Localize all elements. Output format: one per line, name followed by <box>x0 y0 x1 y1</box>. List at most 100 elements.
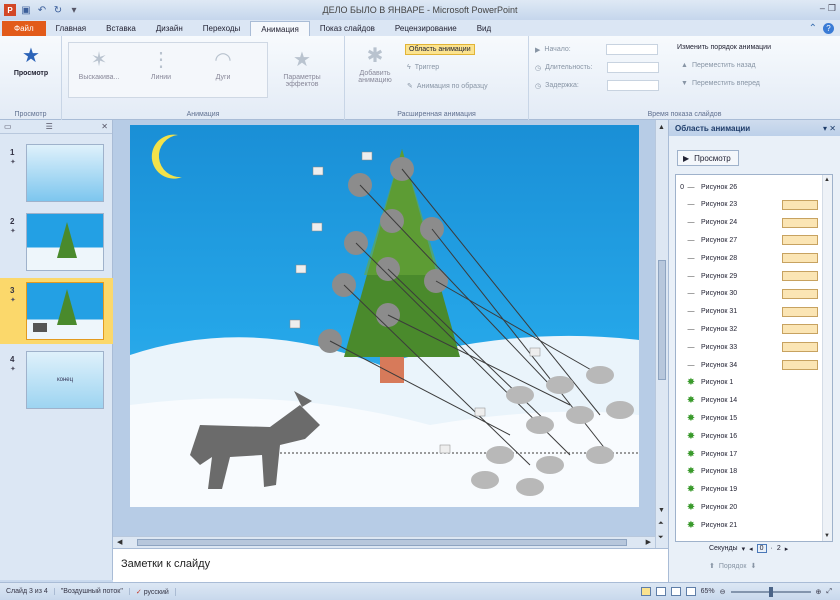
anim-timing-bar[interactable] <box>782 342 818 353</box>
reading-view-icon[interactable] <box>670 587 681 596</box>
add-animation-button[interactable]: ✱ Добавить анимацию <box>349 42 401 85</box>
notes-placeholder[interactable]: Заметки к слайду <box>121 558 210 570</box>
chevron-down-icon[interactable]: ▾ <box>742 545 746 553</box>
slide-thumbnail-3[interactable] <box>26 282 104 340</box>
notes-pane[interactable]: Заметки к слайду <box>113 548 668 582</box>
scroll-left-icon[interactable]: ◀ <box>117 538 122 546</box>
prev-slide-icon[interactable]: ⏶ <box>658 520 664 528</box>
scroll-down-icon[interactable]: ▼ <box>824 533 830 539</box>
tab-view[interactable]: Вид <box>467 21 501 36</box>
anim-arcs-button[interactable]: ◠ Дуги <box>198 46 248 82</box>
animation-list-item[interactable]: — Рисунок 28 <box>676 250 822 266</box>
scroll-right-icon[interactable]: ▶ <box>646 538 651 546</box>
next-slide-icon[interactable]: ⏷ <box>658 534 664 542</box>
start-icon: ▶ <box>535 46 541 54</box>
delay-input[interactable] <box>607 80 660 91</box>
restore-icon[interactable]: ❐ <box>828 3 836 14</box>
move-back-button[interactable]: ▲ Переместить назад <box>681 62 756 69</box>
anim-pop-button[interactable]: ✶ Выскакива... <box>74 46 124 82</box>
tab-insert[interactable]: Вставка <box>96 21 146 36</box>
slide-sorter-icon[interactable] <box>655 587 666 596</box>
close-pane-icon[interactable]: ✕ <box>101 122 108 131</box>
minimize-icon[interactable]: – <box>820 3 825 14</box>
zoom-level[interactable]: 65% <box>701 588 715 595</box>
animation-list-item[interactable]: — Рисунок 29 <box>676 268 822 284</box>
animation-list-item[interactable]: ✸ Рисунок 1 <box>676 375 822 391</box>
slide-thumbnail-1[interactable] <box>26 144 104 202</box>
help-icon[interactable]: ? <box>823 23 834 34</box>
tab-design[interactable]: Дизайн <box>146 21 193 36</box>
order-up-icon[interactable]: ⬆ <box>709 562 715 570</box>
slide-vertical-scrollbar[interactable]: ▲ ▼ ⏶ ⏷ <box>655 120 668 548</box>
timeline-right-icon[interactable]: ▸ <box>785 545 789 553</box>
slide-thumbnail-2[interactable] <box>26 213 104 271</box>
animation-list-item[interactable]: ✸ Рисунок 16 <box>676 428 822 444</box>
ribbon-collapse-icon[interactable]: ⌃ <box>809 23 817 34</box>
duration-input[interactable] <box>607 62 660 73</box>
animation-list-item[interactable]: 0— Рисунок 26 <box>676 179 822 195</box>
animation-list-item[interactable]: — Рисунок 34 <box>676 357 822 373</box>
preview-button[interactable]: ★ Просмотр <box>4 42 58 78</box>
language-indicator[interactable]: ✓ русский <box>130 587 176 596</box>
scroll-up-icon[interactable]: ▲ <box>658 124 666 132</box>
animation-list-item[interactable]: ✸ Рисунок 19 <box>676 482 822 498</box>
slide-thumbnail-4[interactable]: конец <box>26 351 104 409</box>
effect-params-button[interactable]: ★ Параметры эффектов <box>276 46 328 89</box>
anim-preview-button[interactable]: ▶ Просмотр <box>677 150 739 166</box>
anim-timing-bar[interactable] <box>782 199 818 210</box>
slide-canvas[interactable] <box>130 125 639 507</box>
tab-home[interactable]: Главная <box>46 21 96 36</box>
tab-animation[interactable]: Анимация <box>250 21 310 36</box>
scroll-thumb[interactable] <box>658 260 666 380</box>
scroll-down-icon[interactable]: ▼ <box>658 507 665 514</box>
anim-timing-bar[interactable] <box>782 235 818 246</box>
tab-transitions[interactable]: Переходы <box>193 21 251 36</box>
slide-horizontal-scrollbar[interactable]: ◀ ▶ <box>113 536 655 548</box>
slides-tab-icon[interactable]: ▭ <box>4 122 12 131</box>
animation-list-item[interactable]: — Рисунок 24 <box>676 215 822 231</box>
anim-timing-bar[interactable] <box>782 271 818 281</box>
animation-list-item[interactable]: ✸ Рисунок 20 <box>676 499 822 515</box>
order-down-icon[interactable]: ⬇ <box>750 562 756 570</box>
normal-view-icon[interactable] <box>640 587 651 596</box>
animation-list-item[interactable]: — Рисунок 27 <box>676 232 822 248</box>
zoom-out-icon[interactable]: ⊖ <box>720 588 726 596</box>
trigger-button[interactable]: ϟ Триггер <box>407 64 439 71</box>
fit-slide-icon[interactable]: ⤢ <box>826 588 832 596</box>
anim-list-scrollbar[interactable]: ▲ ▼ <box>822 175 832 541</box>
start-select[interactable] <box>606 44 659 55</box>
animation-list-item[interactable]: — Рисунок 32 <box>676 321 822 337</box>
animation-pane-button[interactable]: Область анимации <box>405 44 475 55</box>
animation-painter-button[interactable]: ✎ Анимация по образцу <box>407 82 488 91</box>
scroll-up-icon[interactable]: ▲ <box>824 177 830 183</box>
zoom-slider-thumb[interactable] <box>768 586 773 597</box>
timeline-left-icon[interactable]: ◂ <box>749 545 753 553</box>
outline-tab-icon[interactable]: ☰ <box>46 122 53 131</box>
animation-list-item[interactable]: — Рисунок 30 <box>676 286 822 302</box>
tab-slideshow[interactable]: Показ слайдов <box>310 21 385 36</box>
animation-list-item[interactable]: ✸ Рисунок 15 <box>676 410 822 426</box>
anim-timing-bar[interactable] <box>782 360 818 370</box>
animation-list-item[interactable]: — Рисунок 33 <box>676 339 822 355</box>
animation-list-item[interactable]: ✸ Рисунок 17 <box>676 446 822 462</box>
anim-timing-bar[interactable] <box>782 217 818 228</box>
zoom-in-icon[interactable]: ⊕ <box>816 588 822 596</box>
animation-list-item[interactable]: ✸ Рисунок 21 <box>676 517 822 533</box>
animation-list-item[interactable]: — Рисунок 31 <box>676 304 822 320</box>
tab-file[interactable]: Файл <box>2 21 46 36</box>
anim-timing-bar[interactable] <box>782 306 818 317</box>
animation-list-item[interactable]: ✸ Рисунок 18 <box>676 464 822 480</box>
animation-list-item[interactable]: — Рисунок 23 <box>676 197 822 213</box>
move-forward-button[interactable]: ▼ Переместить вперед <box>681 80 760 87</box>
tab-review[interactable]: Рецензирование <box>385 21 467 36</box>
seconds-dropdown[interactable]: Секунды <box>709 545 738 552</box>
slideshow-view-icon[interactable] <box>685 587 696 596</box>
zoom-slider[interactable] <box>730 586 811 597</box>
pane-options-close-icon[interactable]: ▾ ✕ <box>823 124 836 133</box>
anim-timing-bar[interactable] <box>782 324 818 335</box>
animation-list-item[interactable]: ✸ Рисунок 14 <box>676 393 822 409</box>
anim-timing-bar[interactable] <box>782 253 818 264</box>
h-scroll-thumb[interactable] <box>137 539 627 546</box>
anim-lines-button[interactable]: ⋮ Линии <box>136 46 186 82</box>
anim-timing-bar[interactable] <box>782 288 818 299</box>
